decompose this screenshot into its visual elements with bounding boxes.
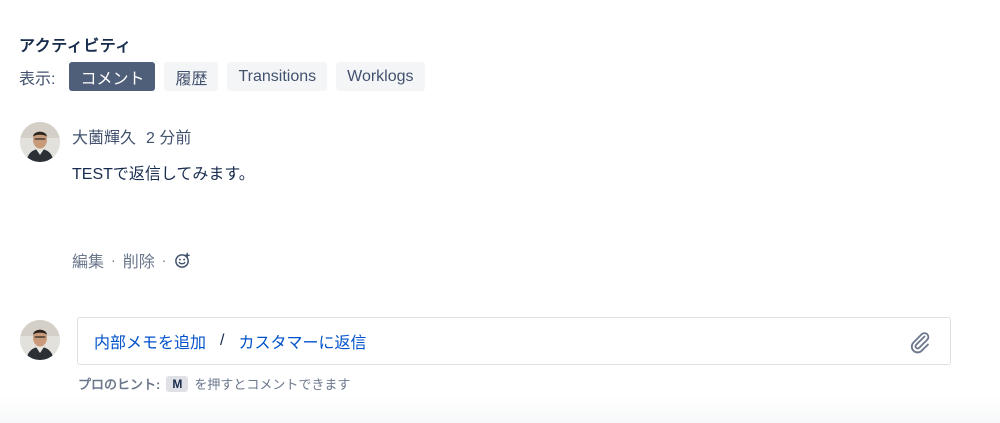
comment-editor-placeholder[interactable]: 内部メモを追加 / カスタマーに返信 — [77, 317, 951, 365]
reply-separator: / — [220, 332, 225, 349]
filter-comments-button[interactable]: コメント — [69, 62, 156, 91]
comment-author-avatar[interactable] — [20, 122, 60, 162]
add-internal-note-link[interactable]: 内部メモを追加 — [94, 329, 206, 353]
paperclip-icon[interactable] — [908, 330, 932, 354]
shortcut-key: M — [166, 375, 189, 392]
filter-history-button[interactable]: 履歴 — [164, 62, 219, 91]
action-separator: · — [161, 252, 167, 268]
reply-to-customer-link[interactable]: カスタマーに返信 — [238, 329, 366, 353]
pro-tip: プロのヒント: M を押すとコメントできます — [78, 374, 350, 393]
comment-header: 大薗輝久 2 分前 — [72, 124, 191, 148]
filter-transitions-button[interactable]: Transitions — [227, 62, 328, 91]
activity-filter-bar: 表示: コメント 履歴 Transitions Worklogs — [19, 62, 434, 91]
comment-body: TESTで返信してみます。 — [72, 166, 255, 183]
activity-heading: アクティビティ — [19, 38, 132, 55]
smiley-add-icon[interactable] — [173, 251, 191, 269]
activity-panel: アクティビティ 表示: コメント 履歴 Transitions Worklogs… — [0, 0, 1000, 423]
avatar-photo-icon — [20, 122, 60, 162]
pro-tip-text: を押すとコメントできます — [194, 377, 351, 392]
avatar-photo-icon — [20, 320, 60, 360]
filter-worklogs-button[interactable]: Worklogs — [336, 62, 425, 91]
action-separator: · — [111, 252, 116, 268]
comment-timestamp[interactable]: 2 分前 — [146, 124, 191, 148]
pro-tip-label: プロのヒント: — [78, 377, 161, 392]
comment-author-name[interactable]: 大薗輝久 — [72, 124, 136, 148]
current-user-avatar — [20, 320, 60, 360]
show-label: 表示: — [19, 70, 56, 88]
edit-comment-link[interactable]: 編集 — [72, 248, 104, 272]
comment-actions: 編集 · 削除 · — [72, 248, 191, 272]
delete-comment-link[interactable]: 削除 — [123, 248, 155, 272]
